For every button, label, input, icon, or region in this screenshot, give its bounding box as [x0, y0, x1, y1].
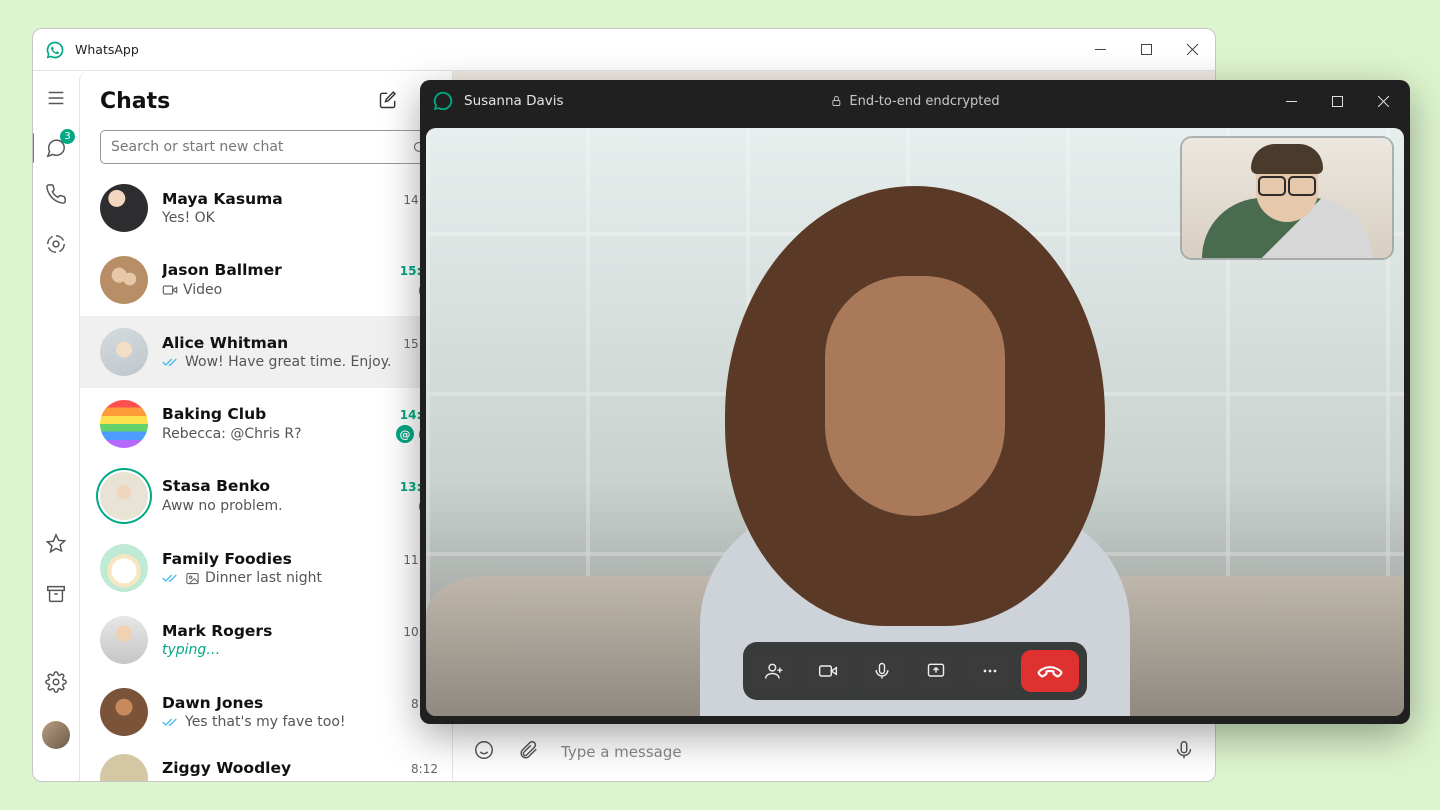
chat-name: Ziggy Woodley — [162, 759, 411, 777]
avatar — [100, 688, 148, 736]
read-ticks-icon — [162, 571, 180, 585]
chat-preview: Yes that's my fave too! — [185, 714, 438, 730]
rail-chats-tab[interactable]: 3 — [45, 137, 67, 159]
more-options-button[interactable] — [967, 650, 1013, 692]
avatar — [100, 328, 148, 376]
whatsapp-logo-icon — [432, 90, 454, 112]
self-video-pip[interactable] — [1182, 138, 1392, 258]
attach-button[interactable] — [517, 739, 539, 765]
avatar — [100, 184, 148, 232]
chat-list-panel: Chats Maya Kasuma14:51 Yes! OK — [79, 71, 453, 781]
chat-item[interactable]: Stasa Benko13:58 Aww no problem. — [80, 460, 452, 532]
photo-icon — [185, 571, 200, 586]
search-input-wrapper[interactable] — [100, 130, 438, 164]
read-ticks-icon — [162, 355, 180, 369]
end-call-button[interactable] — [1021, 650, 1079, 692]
voice-message-button[interactable] — [1173, 739, 1195, 765]
chats-badge: 3 — [60, 129, 75, 144]
chat-preview: Video — [183, 282, 414, 298]
call-minimize-button[interactable] — [1268, 80, 1314, 122]
share-screen-button[interactable] — [913, 650, 959, 692]
avatar — [100, 472, 148, 520]
lock-icon — [830, 94, 842, 108]
chat-item[interactable]: Jason Ballmer15:23 Video — [80, 244, 452, 316]
window-controls — [1077, 29, 1215, 71]
call-controls — [743, 642, 1087, 700]
chat-item[interactable]: Maya Kasuma14:51 Yes! OK — [80, 172, 452, 244]
chat-name: Baking Club — [162, 405, 400, 423]
read-ticks-icon — [162, 715, 180, 729]
add-participant-button[interactable] — [751, 650, 797, 692]
remote-video — [655, 156, 1175, 716]
chat-name: Dawn Jones — [162, 694, 411, 712]
mention-badge: @ — [396, 425, 414, 443]
call-window: Susanna Davis End-to-end endcrypted — [420, 80, 1410, 724]
maximize-button[interactable] — [1123, 29, 1169, 71]
rail-status-tab[interactable] — [45, 233, 67, 259]
chat-name: Family Foodies — [162, 550, 403, 568]
rail-settings-button[interactable] — [45, 671, 67, 697]
chat-preview: Yes! OK — [162, 210, 420, 226]
avatar — [100, 544, 148, 592]
chat-time: 8:12 — [411, 762, 438, 776]
message-input-row — [453, 721, 1215, 781]
chat-item[interactable]: Dawn Jones8:30 Yes that's my fave too! — [80, 676, 452, 748]
call-close-button[interactable] — [1360, 80, 1406, 122]
rail-calls-tab[interactable] — [45, 183, 67, 209]
chat-item[interactable]: Family Foodies11:27 Dinner last night — [80, 532, 452, 604]
chats-heading: Chats — [100, 89, 378, 114]
chat-name: Mark Rogers — [162, 622, 403, 640]
chat-name: Jason Ballmer — [162, 261, 400, 279]
chat-preview: Wow! Have great time. Enjoy. — [185, 354, 438, 370]
rail-archive-button[interactable] — [45, 583, 67, 609]
chat-item[interactable]: Alice Whitman15:12 Wow! Have great time.… — [80, 316, 452, 388]
minimize-button[interactable] — [1077, 29, 1123, 71]
video-area — [426, 128, 1404, 716]
search-input[interactable] — [111, 139, 412, 155]
call-titlebar: Susanna Davis End-to-end endcrypted — [420, 80, 1410, 122]
chat-preview: Dinner last night — [205, 570, 438, 586]
toggle-mic-button[interactable] — [859, 650, 905, 692]
call-caller-name: Susanna Davis — [464, 93, 564, 109]
message-input[interactable] — [561, 743, 1151, 761]
call-maximize-button[interactable] — [1314, 80, 1360, 122]
whatsapp-logo-icon — [45, 40, 65, 60]
chat-list[interactable]: Maya Kasuma14:51 Yes! OK Jason Ballmer15… — [80, 172, 452, 781]
avatar — [100, 400, 148, 448]
chat-preview: Aww no problem. — [162, 498, 414, 514]
nav-rail: 3 — [33, 71, 79, 781]
app-title: WhatsApp — [75, 42, 139, 57]
chat-name: Alice Whitman — [162, 334, 403, 352]
close-button[interactable] — [1169, 29, 1215, 71]
emoji-button[interactable] — [473, 739, 495, 765]
chat-name: Maya Kasuma — [162, 190, 403, 208]
rail-profile-avatar[interactable] — [42, 721, 70, 749]
encryption-text: End-to-end endcrypted — [849, 94, 999, 109]
chat-name: Stasa Benko — [162, 477, 400, 495]
avatar — [100, 616, 148, 664]
chat-item[interactable]: Mark Rogers10:55 typing… — [80, 604, 452, 676]
chat-item[interactable]: Ziggy Woodley8:12 — [80, 748, 452, 781]
titlebar: WhatsApp — [33, 29, 1215, 71]
avatar — [100, 256, 148, 304]
rail-menu-button[interactable] — [45, 87, 67, 113]
call-window-controls — [1268, 80, 1406, 122]
new-chat-button[interactable] — [378, 90, 398, 114]
avatar — [100, 754, 148, 781]
rail-starred-button[interactable] — [45, 533, 67, 559]
chat-preview: Rebecca: @Chris R? — [162, 426, 391, 442]
encryption-indicator: End-to-end endcrypted — [830, 94, 999, 109]
video-icon — [162, 282, 178, 298]
toggle-video-button[interactable] — [805, 650, 851, 692]
chat-preview: typing… — [162, 642, 438, 658]
chat-item[interactable]: Baking Club14:47 Rebecca: @Chris R? @ — [80, 388, 452, 460]
